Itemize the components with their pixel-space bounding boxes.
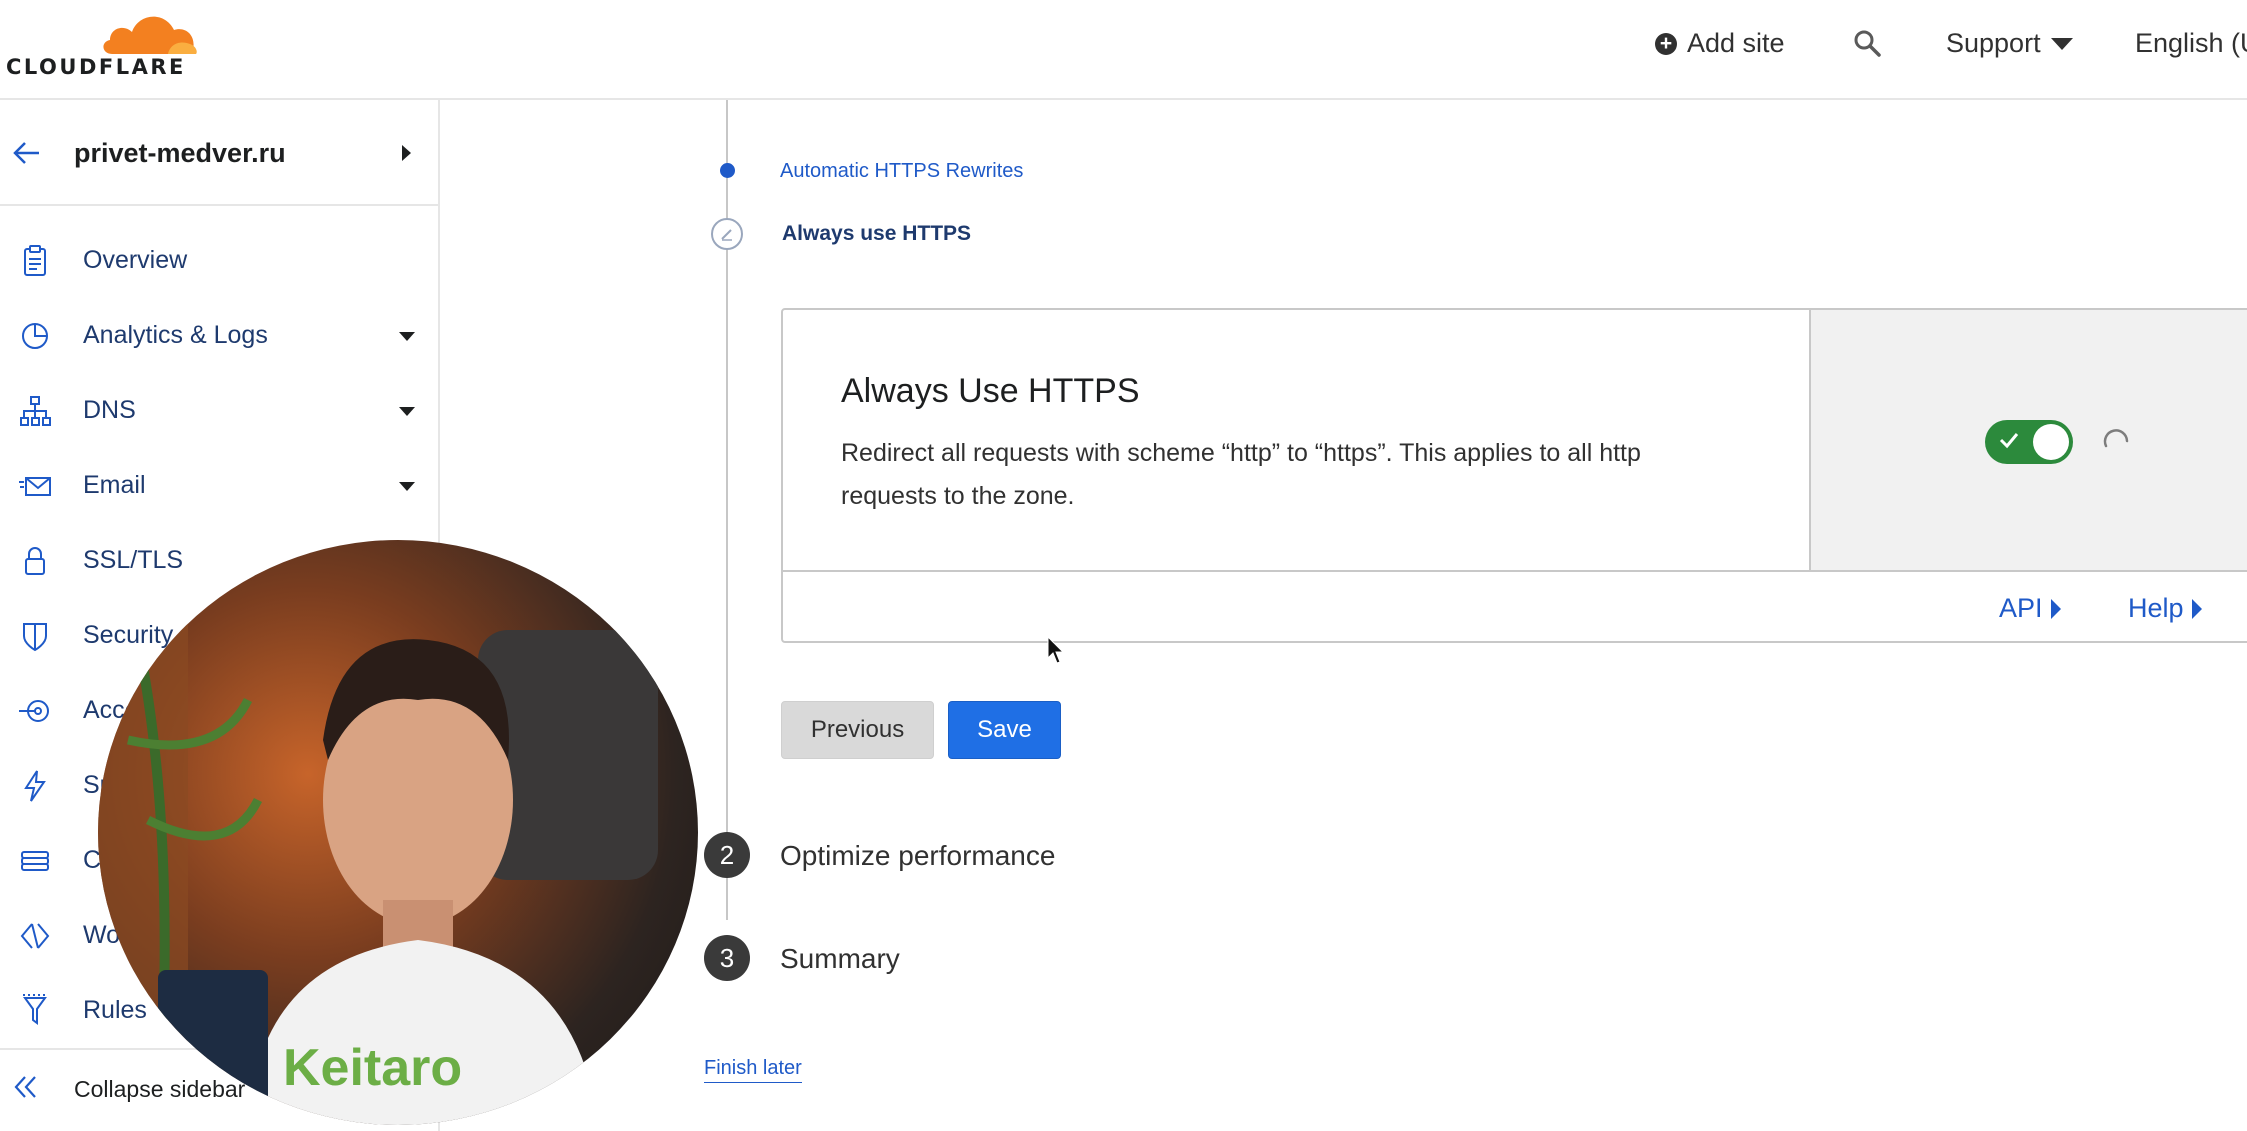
sidebar-item-label: DNS — [83, 396, 136, 424]
sidebar-item-overview[interactable]: Overview — [0, 230, 438, 290]
api-link-label: API — [1999, 593, 2043, 623]
always-use-https-card: Always Use HTTPS Redirect all requests w… — [781, 308, 2247, 643]
add-site-button[interactable]: + Add site — [1655, 28, 1785, 59]
step-edit-marker — [711, 218, 743, 250]
search-icon — [1854, 30, 1881, 57]
support-label: Support — [1946, 28, 2041, 58]
card-description: Redirect all requests with scheme “http”… — [841, 439, 1641, 510]
cloudflare-logo[interactable]: CLOUDFLARE — [6, 8, 206, 79]
site-selector[interactable]: privet-medver.ru — [0, 100, 438, 206]
always-use-https-toggle[interactable] — [1985, 420, 2073, 464]
cache-icon — [21, 851, 49, 871]
step-automatic-https-rewrites[interactable]: Automatic HTTPS Rewrites — [780, 160, 1023, 183]
cloud-icon — [103, 16, 197, 54]
sidebar-item-label: Rules — [83, 996, 147, 1024]
loading-spinner-icon — [2103, 429, 2129, 448]
sidebar-item-label: SSL/TLS — [83, 546, 184, 574]
svg-text:Keitaro: Keitaro — [283, 1039, 462, 1097]
save-button[interactable]: Save — [948, 701, 1061, 759]
sidebar-item-label: Analytics & Logs — [83, 321, 268, 349]
mouse-cursor-icon — [1047, 636, 1065, 664]
presenter-video: Keitaro — [98, 540, 658, 1125]
add-site-label: Add site — [1687, 28, 1785, 58]
previous-button[interactable]: Previous — [781, 701, 934, 759]
clipboard-icon — [24, 245, 46, 276]
top-header: CLOUDFLARE + Add site Support English (U — [0, 0, 2247, 100]
plus-circle-icon: + — [1655, 32, 1677, 55]
caret-right-icon — [402, 145, 411, 161]
lock-icon — [25, 547, 45, 575]
caret-down-icon — [399, 332, 415, 341]
caret-right-icon — [2191, 598, 2202, 619]
site-name: privet-medver.ru — [74, 138, 286, 168]
language-label: English (U — [2135, 28, 2247, 58]
caret-down-icon — [399, 407, 415, 416]
step-summary[interactable]: Summary — [780, 943, 900, 975]
step-always-use-https: Always use HTTPS — [782, 222, 972, 245]
workers-icon — [20, 923, 50, 949]
logo-wordmark: CLOUDFLARE — [6, 55, 186, 79]
sidebar-item-label: Email — [83, 471, 146, 499]
step-optimize-performance[interactable]: Optimize performance — [780, 840, 1055, 872]
step-dot — [720, 163, 735, 178]
pencil-icon — [721, 229, 732, 241]
double-chevron-left-icon — [14, 1076, 36, 1098]
toggle-knob — [2033, 424, 2069, 460]
card-title: Always Use HTTPS — [841, 372, 1140, 410]
step-number: 2 — [704, 832, 750, 878]
api-link[interactable]: API — [1999, 593, 2061, 624]
language-selector[interactable]: English (U — [2135, 28, 2247, 59]
network-icon — [20, 396, 51, 426]
caret-right-icon — [2050, 598, 2061, 619]
support-dropdown[interactable]: Support — [1946, 28, 2073, 59]
caret-down-icon — [399, 482, 415, 491]
search-button[interactable] — [1852, 28, 1882, 58]
pie-chart-icon — [22, 323, 48, 349]
sidebar-item-label: Overview — [83, 246, 188, 274]
check-icon — [1999, 433, 2019, 449]
sidebar-item-label: Security — [83, 621, 174, 649]
sidebar-item-email[interactable]: Email — [0, 455, 438, 515]
webcam-overlay: Keitaro — [98, 540, 698, 1125]
card-control — [1809, 310, 2247, 572]
collapse-sidebar-label: Collapse sidebar — [74, 1076, 246, 1102]
finish-later-link[interactable]: Finish later — [704, 1057, 802, 1083]
sidebar-item-dns[interactable]: DNS — [0, 380, 438, 440]
shield-icon — [23, 623, 47, 652]
rules-icon — [23, 994, 47, 1025]
envelope-icon — [19, 477, 51, 496]
caret-down-icon — [2050, 37, 2073, 50]
access-icon — [19, 700, 49, 722]
sidebar-item-analytics[interactable]: Analytics & Logs — [0, 305, 438, 365]
back-arrow-icon[interactable] — [12, 138, 42, 168]
step-number: 3 — [704, 935, 750, 981]
card-content: Always Use HTTPS Redirect all requests w… — [783, 310, 1809, 572]
help-link-label: Help — [2128, 593, 2184, 623]
lightning-icon — [24, 770, 46, 802]
help-link[interactable]: Help — [2128, 593, 2202, 624]
